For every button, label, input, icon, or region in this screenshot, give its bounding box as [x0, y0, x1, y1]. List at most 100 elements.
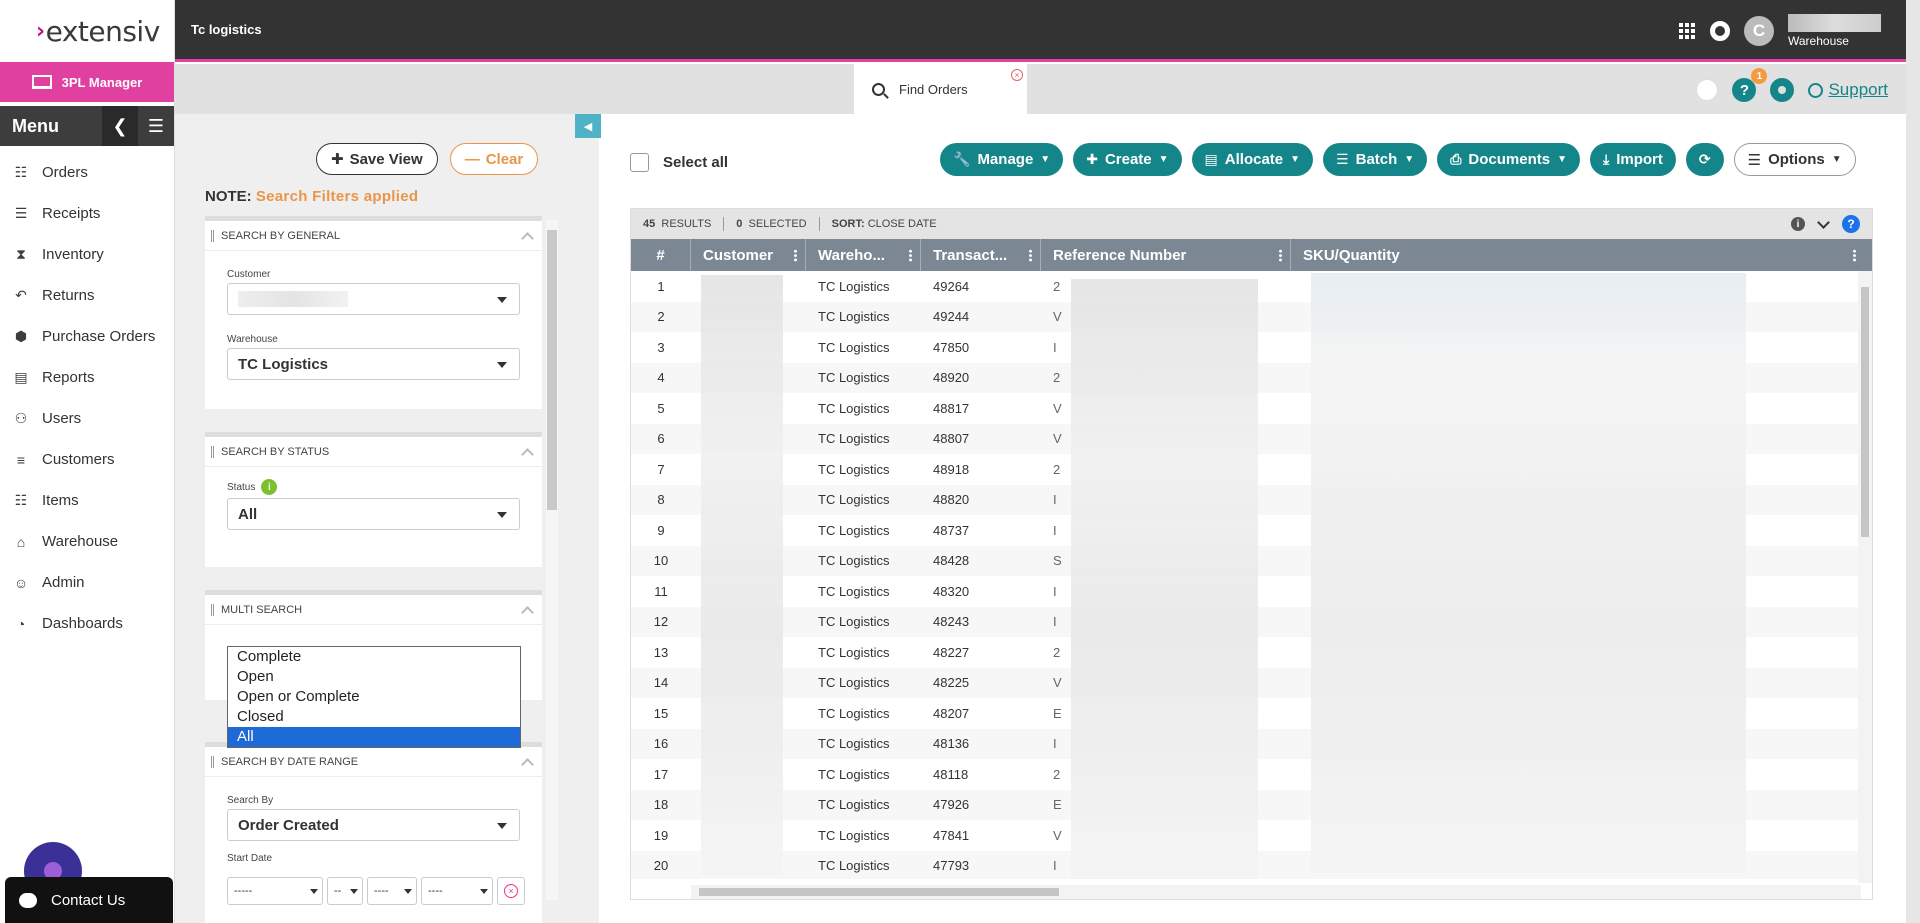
product-banner[interactable]: 3PL Manager [0, 62, 174, 102]
table-row[interactable]: 4 TC Logistics 48920 2 [631, 362, 1872, 393]
column-menu-icon[interactable] [1279, 249, 1282, 262]
table-row[interactable]: 2 TC Logistics 49244 V [631, 301, 1872, 332]
column-transaction-header[interactable]: Transact... [921, 239, 1041, 271]
collapse-menu-button[interactable]: ❮ [102, 106, 138, 146]
customer-select[interactable] [227, 283, 520, 315]
table-row[interactable]: 17 TC Logistics 48118 2 [631, 759, 1872, 790]
column-sku-quantity-header[interactable]: SKU/Quantity [1291, 239, 1864, 271]
page-scrollbar[interactable] [1906, 0, 1920, 923]
table-row[interactable]: 5 TC Logistics 48817 V [631, 393, 1872, 424]
documents-button[interactable]: ⎙ Documents ▼ [1437, 143, 1580, 176]
chevron-up-icon[interactable] [521, 605, 534, 619]
save-view-button[interactable]: ✚ Save View [316, 143, 438, 175]
start-month-select[interactable]: ----- [227, 877, 323, 905]
user-menu[interactable]: Warehouse [1788, 14, 1884, 48]
warehouse-select[interactable]: TC Logistics [227, 348, 520, 380]
sidebar-item-returns[interactable]: ↶ Returns [0, 275, 174, 316]
column-menu-icon[interactable] [1853, 249, 1856, 262]
select-all-checkbox[interactable] [630, 153, 649, 172]
sidebar-item-orders[interactable]: ☷ Orders [0, 152, 174, 193]
status-option[interactable]: Complete [228, 647, 520, 667]
extensiv-logo[interactable]: › extensiv [0, 0, 174, 62]
create-button[interactable]: ✚ Create ▼ [1073, 143, 1182, 176]
avatar[interactable]: C [1744, 16, 1774, 46]
table-row[interactable]: 19 TC Logistics 47841 V [631, 820, 1872, 851]
chevron-up-icon[interactable] [521, 757, 534, 771]
support-link[interactable]: Support [1808, 80, 1888, 100]
batch-button[interactable]: ☰ Batch ▼ [1323, 143, 1428, 176]
sidebar-item-inventory[interactable]: ⧗ Inventory [0, 234, 174, 275]
table-row[interactable]: 11 TC Logistics 48320 I [631, 576, 1872, 607]
sidebar-item-purchase-orders[interactable]: ⬢ Purchase Orders [0, 316, 174, 357]
status-option[interactable]: All [228, 727, 520, 747]
import-button[interactable]: ⤓ Import [1590, 143, 1676, 176]
status-option[interactable]: Open or Complete [228, 687, 520, 707]
tab-find-orders[interactable]: Find Orders × [854, 64, 1027, 114]
drag-handle-icon[interactable] [211, 603, 214, 616]
table-row[interactable]: 12 TC Logistics 48243 I [631, 606, 1872, 637]
table-row[interactable]: 10 TC Logistics 48428 S [631, 545, 1872, 576]
table-row[interactable]: 14 TC Logistics 48225 V [631, 667, 1872, 698]
column-menu-icon[interactable] [794, 249, 797, 262]
contact-us-button[interactable]: Contact Us [5, 877, 173, 923]
collapse-filter-button[interactable]: ◀ [575, 114, 601, 138]
drag-handle-icon[interactable] [211, 445, 214, 458]
info-icon[interactable]: i [261, 479, 278, 495]
status-option[interactable]: Closed [228, 707, 520, 727]
start-time-select[interactable]: ---- [421, 877, 493, 905]
grid-vertical-scrollbar[interactable] [1858, 271, 1872, 883]
sidebar-item-admin[interactable]: ☺ Admin [0, 562, 174, 603]
table-row[interactable]: 1 TC Logistics 49264 2 [631, 271, 1872, 302]
panel-header-general[interactable]: SEARCH BY GENERAL [205, 221, 542, 251]
panel-header-date[interactable]: SEARCH BY DATE RANGE [205, 747, 542, 777]
close-tab-icon[interactable]: × [1011, 69, 1023, 81]
sidebar-item-warehouse[interactable]: ⌂ Warehouse [0, 521, 174, 562]
table-row[interactable]: 13 TC Logistics 48227 2 [631, 637, 1872, 668]
sidebar-item-dashboards[interactable]: ◔ Dashboards [0, 603, 174, 644]
chevron-up-icon[interactable] [521, 231, 534, 245]
column-menu-icon[interactable] [909, 249, 912, 262]
grid-horizontal-scrollbar[interactable] [691, 885, 1861, 899]
table-row[interactable]: 9 TC Logistics 48737 I [631, 515, 1872, 546]
table-row[interactable]: 18 TC Logistics 47926 E [631, 789, 1872, 820]
chevron-up-icon[interactable] [521, 447, 534, 461]
search-by-select[interactable]: Order Created [227, 809, 520, 841]
help-icon[interactable]: ? 1 [1732, 68, 1768, 102]
sidebar-item-customers[interactable]: ≡ Customers [0, 439, 174, 480]
filter-scrollbar[interactable] [546, 220, 558, 900]
info-icon[interactable]: i [1791, 217, 1805, 231]
column-warehouse-header[interactable]: Wareho... [806, 239, 921, 271]
table-row[interactable]: 3 TC Logistics 47850 I [631, 332, 1872, 363]
column-menu-icon[interactable] [1029, 249, 1032, 262]
clear-date-button[interactable]: × [497, 877, 525, 905]
drag-handle-icon[interactable] [211, 229, 214, 242]
lifebuoy-icon[interactable] [1710, 21, 1730, 41]
column-reference-number-header[interactable]: Reference Number [1041, 239, 1291, 271]
app-grid-icon[interactable] [1679, 22, 1696, 40]
options-button[interactable]: ☰ Options ▼ [1733, 143, 1856, 176]
sidebar-item-items[interactable]: ☷ Items [0, 480, 174, 521]
clear-button[interactable]: — Clear [449, 143, 539, 175]
manage-button[interactable]: 🔧 Manage ▼ [940, 143, 1064, 176]
table-row[interactable]: 6 TC Logistics 48807 V [631, 423, 1872, 454]
start-year-select[interactable]: ---- [367, 877, 417, 905]
select-all[interactable]: Select all [630, 153, 728, 172]
column-customer-header[interactable]: Customer [691, 239, 806, 271]
refresh-button[interactable]: ⟳ [1685, 143, 1724, 176]
help-icon[interactable]: ? [1842, 215, 1860, 233]
gear-icon[interactable] [1770, 78, 1795, 102]
table-row[interactable]: 20 TC Logistics 47793 I [631, 850, 1872, 879]
chevron-down-icon[interactable] [1817, 215, 1830, 229]
column-number-header[interactable]: # [631, 239, 691, 271]
drag-handle-icon[interactable] [211, 755, 214, 768]
sidebar-item-receipts[interactable]: ☰ Receipts [0, 193, 174, 234]
feedback-smiley-icon[interactable] [1696, 79, 1719, 101]
table-row[interactable]: 16 TC Logistics 48136 I [631, 728, 1872, 759]
panel-header-multi[interactable]: MULTI SEARCH [205, 595, 542, 625]
hamburger-icon[interactable]: ☰ [138, 106, 174, 146]
panel-header-status[interactable]: SEARCH BY STATUS [205, 437, 542, 467]
table-row[interactable]: 15 TC Logistics 48207 E [631, 698, 1872, 729]
status-select[interactable]: All [227, 498, 520, 530]
start-day-select[interactable]: -- [327, 877, 363, 905]
sidebar-item-users[interactable]: ⚇ Users [0, 398, 174, 439]
